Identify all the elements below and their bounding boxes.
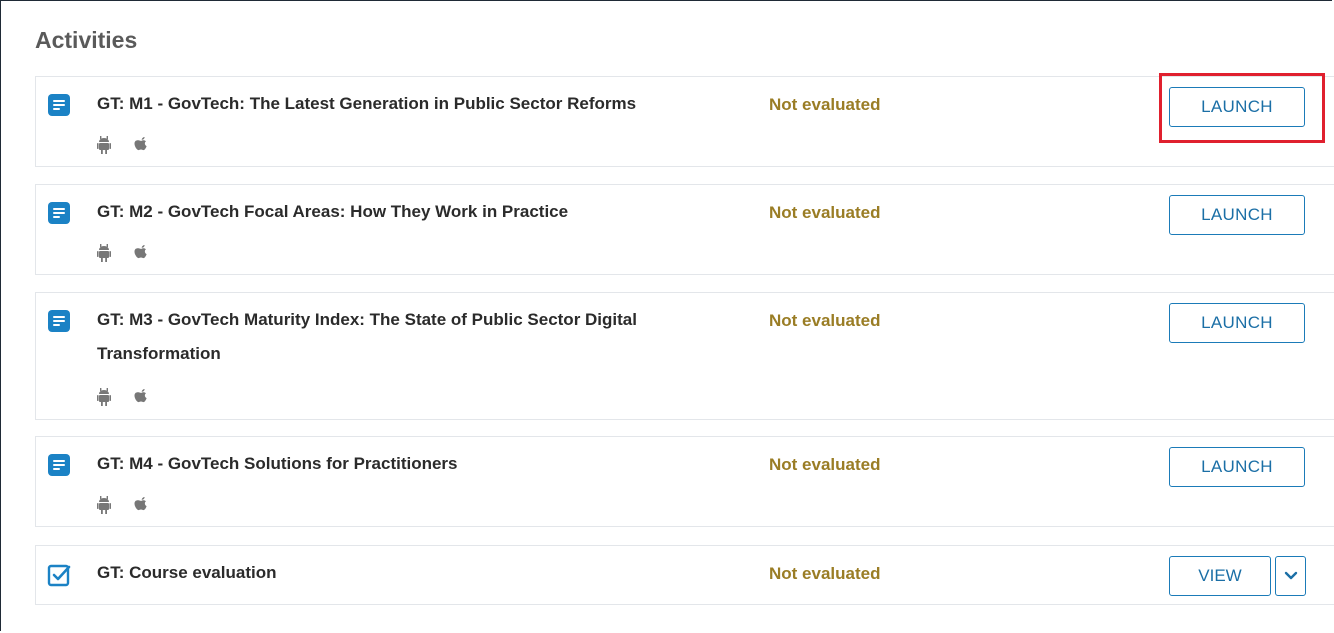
document-icon <box>48 454 70 476</box>
android-icon <box>97 136 111 159</box>
activity-status: Not evaluated <box>769 311 881 330</box>
android-icon <box>97 496 111 519</box>
launch-button[interactable]: LAUNCH <box>1169 303 1305 343</box>
document-icon <box>48 94 70 116</box>
activity-status: Not evaluated <box>769 455 881 474</box>
launch-button[interactable]: LAUNCH <box>1169 87 1305 127</box>
activity-status: Not evaluated <box>769 564 881 583</box>
checkbox-icon <box>47 564 71 587</box>
apple-icon <box>133 136 149 159</box>
android-icon <box>97 244 111 267</box>
platform-icons <box>97 244 167 264</box>
view-button[interactable]: VIEW <box>1169 556 1271 596</box>
activity-title[interactable]: GT: M4 - GovTech Solutions for Practitio… <box>97 447 757 481</box>
activity-row: GT: M4 - GovTech Solutions for Practitio… <box>35 436 1334 527</box>
activity-status: Not evaluated <box>769 203 881 222</box>
apple-icon <box>133 244 149 267</box>
activity-title[interactable]: GT: M1 - GovTech: The Latest Generation … <box>97 87 757 121</box>
apple-icon <box>133 388 149 411</box>
platform-icons <box>97 136 167 156</box>
document-icon <box>48 310 70 332</box>
options-dropdown-button[interactable] <box>1275 556 1306 596</box>
platform-icons <box>97 388 167 408</box>
activity-row: GT: Course evaluation Not evaluated VIEW <box>35 545 1334 605</box>
activity-title[interactable]: GT: M2 - GovTech Focal Areas: How They W… <box>97 195 757 229</box>
activity-title[interactable]: GT: M3 - GovTech Maturity Index: The Sta… <box>97 303 757 371</box>
launch-button[interactable]: LAUNCH <box>1169 195 1305 235</box>
activity-title[interactable]: GT: Course evaluation <box>97 556 757 590</box>
platform-icons <box>97 496 167 516</box>
activity-status: Not evaluated <box>769 95 881 114</box>
apple-icon <box>133 496 149 519</box>
section-title: Activities <box>35 27 138 53</box>
activities-panel: Activities GT: M1 - GovTech: The Latest … <box>1 1 1334 632</box>
launch-button[interactable]: LAUNCH <box>1169 447 1305 487</box>
activity-row: GT: M2 - GovTech Focal Areas: How They W… <box>35 184 1334 275</box>
document-icon <box>48 202 70 224</box>
chevron-down-icon <box>1284 571 1297 580</box>
android-icon <box>97 388 111 411</box>
activity-row: GT: M1 - GovTech: The Latest Generation … <box>35 76 1334 167</box>
activity-row: GT: M3 - GovTech Maturity Index: The Sta… <box>35 292 1334 420</box>
